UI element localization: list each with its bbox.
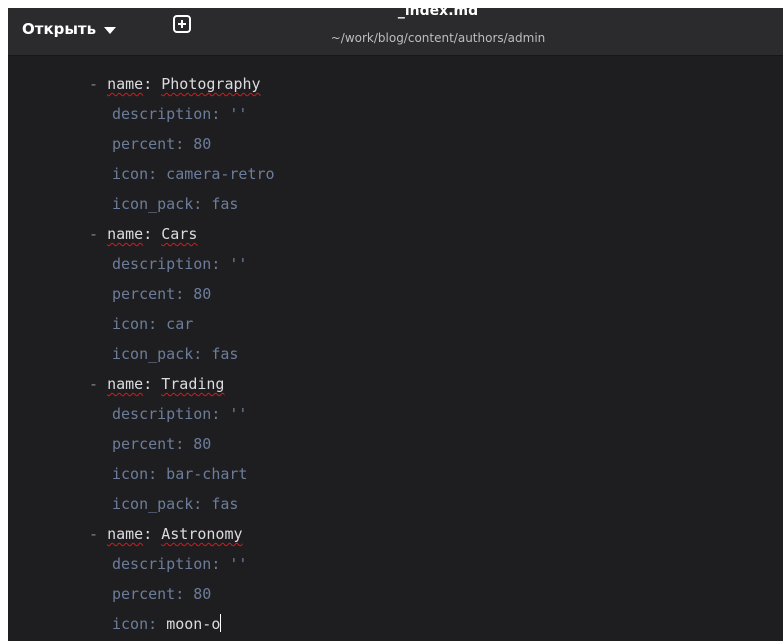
editor-line: description: '' [112, 105, 248, 123]
yaml-value: Cars [161, 225, 198, 243]
new-document-icon [173, 15, 191, 33]
text-editor-window: Открыть _index.md ~/work/blog/content/au… [8, 8, 783, 641]
editor-line: percent: 80 [112, 435, 212, 453]
yaml-value: Photography [161, 75, 261, 93]
open-button-label: Открыть [22, 20, 97, 38]
editor-line: icon_pack: fas [112, 495, 239, 513]
header-bar: Открыть _index.md ~/work/blog/content/au… [8, 8, 783, 56]
editor-line: icon_pack: fas [112, 633, 238, 641]
text-cursor [220, 614, 222, 632]
yaml-key: name [107, 525, 144, 543]
editor-line: icon: car [112, 315, 194, 333]
list-dash: - [89, 375, 99, 393]
yaml-value: moon-o [166, 615, 221, 633]
yaml-value: Astronomy [161, 525, 243, 543]
editor-line: - name: Photography [89, 75, 261, 93]
list-dash: - [89, 225, 99, 243]
title-block: _index.md ~/work/blog/content/authors/ad… [308, 8, 568, 46]
editor-line: percent: 80 [112, 135, 212, 153]
editor-line: description: '' [112, 555, 248, 573]
editor-line: description: '' [112, 405, 248, 423]
list-dash: - [89, 75, 99, 93]
editor-line: - name: Astronomy [89, 525, 243, 543]
editor-line: icon: camera-retro [112, 165, 275, 183]
new-document-button[interactable] [172, 14, 192, 34]
document-title: _index.md [397, 8, 479, 19]
yaml-key: name [107, 75, 144, 93]
editor-line: - name: Trading [89, 375, 225, 393]
editor-line: icon_pack: fas [112, 195, 239, 213]
yaml-key: name [107, 225, 144, 243]
yaml-key: icon: [112, 615, 167, 633]
dropdown-arrow-icon [104, 26, 117, 34]
editor-line: icon: bar-chart [112, 465, 248, 483]
editor-line: - name: Cars [89, 225, 198, 243]
editor-line: percent: 80 [112, 585, 212, 603]
editor-line: description: '' [112, 255, 248, 273]
open-button[interactable]: Открыть [22, 12, 117, 46]
yaml-key: name [107, 375, 144, 393]
list-dash: - [89, 525, 99, 543]
yaml-value: Trading [161, 375, 225, 393]
document-path: ~/work/blog/content/authors/admin [330, 31, 546, 45]
editor-text-area[interactable]: - name: Photography description: '' perc… [8, 56, 783, 641]
editor-line: icon_pack: fas [112, 345, 239, 363]
editor-line: percent: 80 [112, 285, 212, 303]
